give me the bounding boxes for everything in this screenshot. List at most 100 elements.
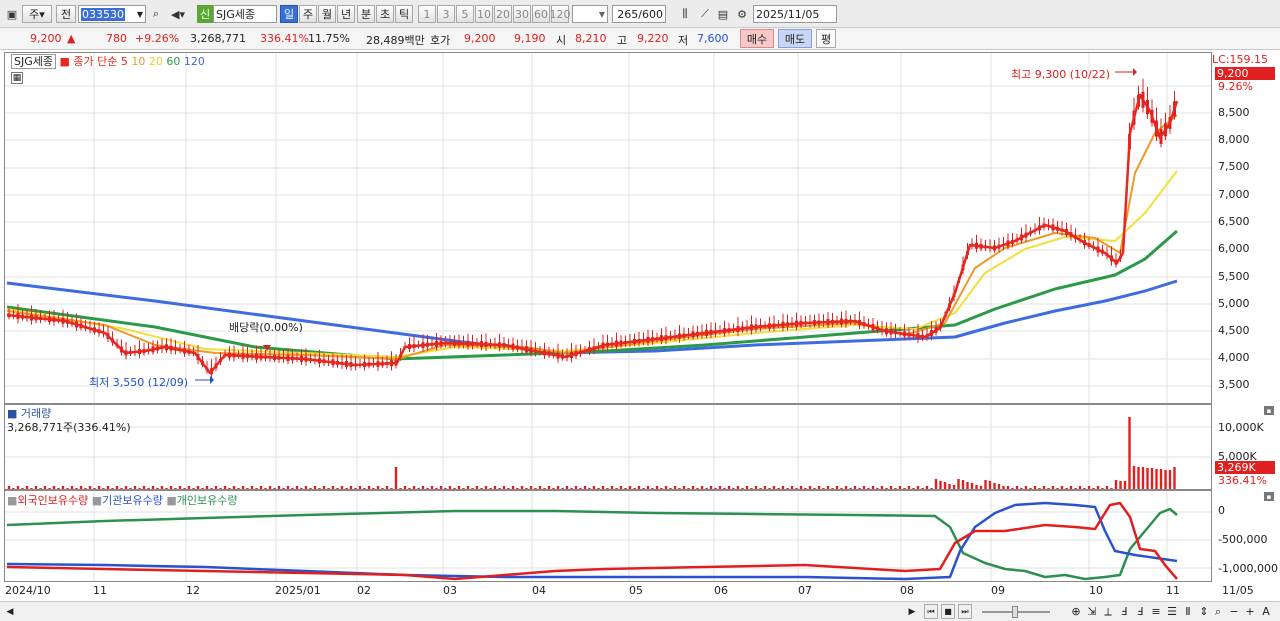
bar-count-input[interactable]: 265/600 — [612, 5, 666, 23]
volume-bar — [466, 486, 470, 489]
legend-ma-120: 120 — [183, 55, 205, 68]
interval-30-button[interactable]: 30 — [513, 5, 531, 23]
volume-bar — [336, 488, 339, 489]
tool-icon[interactable]: Ⅎ — [1118, 605, 1130, 618]
zoom-out-icon[interactable]: − — [1228, 605, 1240, 618]
interval-5-button[interactable]: 5 — [456, 5, 474, 23]
code-input[interactable]: 033530 ▼ — [78, 5, 146, 23]
volume-bar — [925, 486, 929, 489]
volume-bar — [84, 488, 87, 489]
period-month-button[interactable]: 월 — [318, 5, 336, 23]
zoom-in-icon[interactable]: + — [1244, 605, 1256, 618]
candle-type-icon[interactable]: ⫼ — [676, 5, 694, 23]
period-year-button[interactable]: 년 — [337, 5, 355, 23]
rewind-icon[interactable]: ⏮ — [924, 604, 938, 619]
chart-scrollbar[interactable]: ◀ ▶ ⏮ ■ ⏭ ⊕ ⇲ ⟂ Ⅎ Ⅎ ≡ ☰ Ⅱ ⇕ ⌕ − + A — [0, 601, 1280, 621]
volume-bar — [682, 486, 686, 489]
stock-name-field[interactable]: SJG세종 — [213, 5, 277, 23]
text-tool-icon[interactable]: A — [1260, 605, 1272, 618]
volume-bar — [426, 488, 429, 489]
period-day-button[interactable]: 일 — [280, 5, 298, 23]
volume-bar — [754, 486, 758, 489]
legend-ma-20: 20 — [148, 55, 163, 68]
interval-custom-input[interactable]: ▼ — [572, 5, 608, 23]
volume-bar — [1141, 467, 1145, 489]
tool-icon[interactable]: ≡ — [1150, 605, 1162, 618]
volume-bar — [1105, 486, 1109, 489]
interval-20-button[interactable]: 20 — [494, 5, 512, 23]
volume-bar — [678, 488, 681, 489]
market-select[interactable]: 주 ▾ — [22, 5, 52, 23]
volume-bar — [169, 486, 173, 489]
ma-10-line — [6, 114, 1178, 360]
volume-bar — [97, 486, 101, 489]
collapse-icon[interactable]: ▪ — [1264, 492, 1274, 501]
ma-120-line — [6, 279, 1178, 355]
zoom-slider-thumb[interactable] — [1012, 606, 1018, 618]
date-input[interactable]: 2025/11/05 — [753, 5, 837, 23]
tool-icon[interactable]: ⟂ — [1102, 605, 1114, 618]
tool-icon[interactable]: ☰ — [1166, 605, 1178, 618]
scroll-right-icon[interactable]: ▶ — [906, 605, 918, 618]
scroll-left-icon[interactable]: ◀ — [4, 605, 16, 618]
volume-bar — [372, 488, 375, 489]
x-label: 04 — [532, 584, 546, 597]
holder-chart-panel[interactable]: ■외국인보유수량 ■기관보유수량 ■개인보유수량 — [4, 490, 1212, 582]
stop-icon[interactable]: ■ — [941, 604, 955, 619]
volume-bar — [912, 488, 915, 489]
interval-120-button[interactable]: 120 — [550, 5, 571, 23]
draw-line-icon[interactable]: ⟋ — [696, 5, 714, 23]
sell-button[interactable]: 매도 — [778, 29, 812, 48]
market-label: 주 — [29, 8, 40, 21]
volume-bar — [435, 488, 438, 489]
fast-forward-icon[interactable]: ⏭ — [958, 604, 972, 619]
collapse-icon[interactable]: ▪ — [1264, 406, 1274, 415]
period-minute-button[interactable]: 분 — [357, 5, 375, 23]
price-chart-panel[interactable]: SJG세종 ■ 종가 단순 5 10 20 60 120 ▦ 최고 9,300 … — [4, 52, 1212, 404]
volume-bar — [885, 488, 888, 489]
window-icon[interactable]: ▣ — [4, 5, 20, 23]
volume-bar — [498, 488, 501, 489]
volume-bar — [939, 481, 942, 489]
period-week-button[interactable]: 주 — [299, 5, 317, 23]
tool-icon[interactable]: ⇲ — [1086, 605, 1098, 618]
volume-bar — [142, 486, 146, 489]
volume-chart — [5, 405, 1211, 489]
interval-60-button[interactable]: 60 — [532, 5, 550, 23]
save-icon[interactable]: ▤ — [714, 5, 732, 23]
volume-bar — [655, 486, 659, 489]
volume-bar — [1096, 486, 1100, 489]
buy-button[interactable]: 매수 — [740, 29, 774, 48]
interval-1-button[interactable]: 1 — [418, 5, 436, 23]
gear-icon[interactable]: ⚙ — [733, 5, 751, 23]
search-icon[interactable]: ⌕ — [148, 5, 164, 23]
volume-bar — [1074, 488, 1077, 489]
volume-bar — [795, 488, 798, 489]
volume-chart-panel[interactable]: ■ 거래량 3,268,771주(336.41%) — [4, 404, 1212, 490]
x-label: 10 — [1089, 584, 1103, 597]
tool-icon[interactable]: ⇕ — [1198, 605, 1210, 618]
x-label: 02 — [357, 584, 371, 597]
speaker-icon[interactable]: ◀▾ — [166, 5, 190, 23]
interval-3-button[interactable]: 3 — [437, 5, 455, 23]
volume-bar — [115, 486, 119, 489]
interval-10-button[interactable]: 10 — [475, 5, 493, 23]
prev-button[interactable]: 전 — [56, 5, 76, 23]
y-tick: 5,500 — [1218, 270, 1250, 283]
volume-bar — [241, 486, 245, 489]
volume-bar — [1024, 486, 1028, 489]
dividend-annotation: 배당락(0.00%) — [229, 321, 303, 334]
zoom-search-icon[interactable]: ⌕ — [1212, 605, 1224, 618]
volume-bar — [984, 480, 987, 489]
volume-bar — [403, 486, 407, 489]
tool-icon[interactable]: Ⅱ — [1182, 605, 1194, 618]
volume-bar — [948, 484, 951, 489]
volume-bar — [385, 486, 389, 489]
table-icon[interactable]: ▦ — [11, 72, 23, 84]
period-second-button[interactable]: 초 — [376, 5, 394, 23]
x-label: 2025/01 — [275, 584, 321, 597]
period-tick-button[interactable]: 틱 — [395, 5, 413, 23]
tool-icon[interactable]: ⊕ — [1070, 605, 1082, 618]
tool-icon[interactable]: Ⅎ — [1134, 605, 1146, 618]
average-button[interactable]: 평 — [816, 29, 836, 48]
